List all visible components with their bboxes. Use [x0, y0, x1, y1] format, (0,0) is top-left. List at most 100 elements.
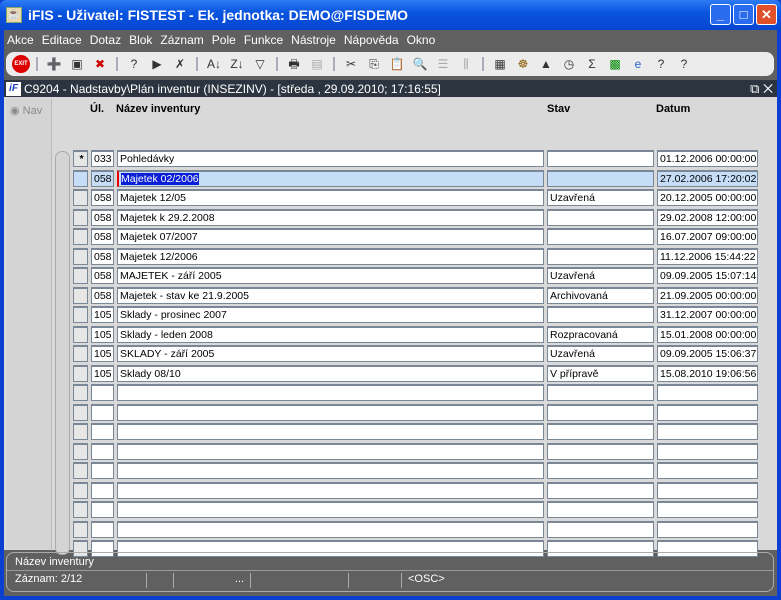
- table-row[interactable]: 105 Sklady 08/10 V přípravě 15.08.2010 19:0…: [73, 364, 761, 383]
- name-field[interactable]: [117, 481, 544, 499]
- ul-field[interactable]: [91, 384, 114, 401]
- stav-field[interactable]: [547, 208, 654, 226]
- stav-field[interactable]: Archivovaná: [547, 286, 654, 304]
- indicator[interactable]: [73, 423, 88, 440]
- ul-field[interactable]: 058: [91, 228, 114, 245]
- stav-field[interactable]: [547, 169, 654, 187]
- name-field[interactable]: [117, 501, 544, 518]
- indicator[interactable]: [73, 481, 88, 499]
- datum-field[interactable]: 15.01.2008 00:00:00: [657, 325, 758, 343]
- datum-field[interactable]: [657, 481, 758, 499]
- ul-field[interactable]: [91, 462, 114, 479]
- indicator[interactable]: [73, 228, 88, 245]
- copy-icon[interactable]: ⎘: [364, 55, 384, 73]
- columns-icon[interactable]: ⫼: [456, 55, 476, 73]
- name-field[interactable]: [117, 442, 544, 460]
- menu-7[interactable]: Nástroje: [291, 33, 336, 47]
- name-field[interactable]: [117, 403, 544, 421]
- name-field[interactable]: Sklady 08/10: [117, 364, 544, 382]
- sort-asc-icon[interactable]: A↓: [204, 55, 224, 73]
- menu-3[interactable]: Blok: [129, 33, 152, 47]
- menu-8[interactable]: Nápověda: [344, 33, 399, 47]
- datum-field[interactable]: 29.02.2008 12:00:00: [657, 208, 758, 226]
- ul-field[interactable]: 105: [91, 306, 114, 323]
- datum-field[interactable]: 27.02.2006 17:20:02: [657, 169, 758, 187]
- execute-query-icon[interactable]: ▶: [147, 55, 167, 73]
- table-row[interactable]: 058 Majetek 12/05 Uzavřená 20.12.2005 00:00…: [73, 189, 761, 207]
- datum-field[interactable]: [657, 423, 758, 440]
- indicator[interactable]: [73, 208, 88, 226]
- indicator[interactable]: [73, 442, 88, 460]
- name-field[interactable]: Sklady - leden 2008: [117, 325, 544, 343]
- table-row[interactable]: [73, 501, 761, 519]
- table-row[interactable]: [73, 462, 761, 480]
- table-row[interactable]: 105 Sklady - leden 2008 Rozpracovaná 15.01.…: [73, 325, 761, 344]
- datum-field[interactable]: 21.09.2005 00:00:00: [657, 286, 758, 304]
- ul-field[interactable]: 033: [91, 150, 114, 167]
- datum-field[interactable]: 31.12.2007 00:00:00: [657, 306, 758, 323]
- stav-field[interactable]: [547, 150, 654, 167]
- indicator[interactable]: [73, 325, 88, 343]
- ul-field[interactable]: [91, 501, 114, 518]
- context-help-icon[interactable]: ?: [674, 55, 694, 73]
- stav-field[interactable]: [547, 228, 654, 245]
- name-field[interactable]: [117, 423, 544, 440]
- filter-icon[interactable]: ▽: [250, 55, 270, 73]
- datum-field[interactable]: [657, 384, 758, 401]
- ul-field[interactable]: 058: [91, 169, 114, 187]
- vertical-scrollbar[interactable]: [55, 151, 70, 555]
- datum-field[interactable]: [657, 462, 758, 479]
- datum-field[interactable]: 09.09.2005 15:06:37: [657, 345, 758, 362]
- stav-field[interactable]: [547, 423, 654, 440]
- ul-field[interactable]: 058: [91, 267, 114, 284]
- restore-icon[interactable]: ⧉: [750, 81, 759, 96]
- datum-field[interactable]: 16.07.2007 09:00:00: [657, 228, 758, 245]
- datum-field[interactable]: 01.12.2006 00:00:00: [657, 150, 758, 167]
- name-field[interactable]: SKLADY - září 2005: [117, 345, 544, 362]
- stav-field[interactable]: Uzavřená: [547, 189, 654, 206]
- indicator[interactable]: [73, 403, 88, 421]
- datum-field[interactable]: [657, 501, 758, 518]
- menu-6[interactable]: Funkce: [244, 33, 283, 47]
- maximize-button[interactable]: □: [733, 4, 754, 25]
- menu-5[interactable]: Pole: [212, 33, 236, 47]
- name-field[interactable]: [117, 384, 544, 401]
- table-row[interactable]: [73, 520, 761, 539]
- indicator[interactable]: [73, 501, 88, 518]
- delete-record-icon[interactable]: ✖: [90, 55, 110, 73]
- indicator[interactable]: [73, 286, 88, 304]
- browser-icon[interactable]: e: [628, 55, 648, 73]
- table-row[interactable]: 058 MAJETEK - září 2005 Uzavřená 09.09.2005…: [73, 267, 761, 285]
- form-close-icon[interactable]: ✕: [763, 81, 773, 96]
- menu-9[interactable]: Okno: [407, 33, 436, 47]
- ul-field[interactable]: 058: [91, 286, 114, 304]
- datum-field[interactable]: [657, 442, 758, 460]
- stav-field[interactable]: Uzavřená: [547, 345, 654, 362]
- datum-field[interactable]: [657, 403, 758, 421]
- nav-radio[interactable]: ◉ Nav: [10, 104, 51, 117]
- table-row[interactable]: 058 Majetek 12/2006 11.12.2006 15:44:22: [73, 247, 761, 266]
- name-field[interactable]: Majetek 12/05: [117, 189, 544, 206]
- ul-field[interactable]: [91, 442, 114, 460]
- datum-field[interactable]: 20.12.2005 00:00:00: [657, 189, 758, 206]
- stav-field[interactable]: [547, 384, 654, 401]
- name-field[interactable]: Majetek - stav ke 21.9.2005: [117, 286, 544, 304]
- indicator[interactable]: [73, 247, 88, 265]
- name-field[interactable]: Sklady - prosinec 2007: [117, 306, 544, 323]
- indicator[interactable]: [73, 306, 88, 323]
- stav-field[interactable]: [547, 462, 654, 479]
- name-field[interactable]: [117, 462, 544, 479]
- ul-field[interactable]: 058: [91, 247, 114, 265]
- stav-field[interactable]: [547, 247, 654, 265]
- stav-field[interactable]: V přípravě: [547, 364, 654, 382]
- print-setup-icon[interactable]: ▤: [307, 55, 327, 73]
- name-field[interactable]: Pohledávky: [117, 150, 544, 167]
- indicator[interactable]: [73, 462, 88, 479]
- indicator[interactable]: [73, 345, 88, 362]
- table-row[interactable]: 058 Majetek 07/2007 16.07.2007 09:00:00: [73, 228, 761, 246]
- indicator[interactable]: [73, 169, 88, 187]
- indicator[interactable]: [73, 267, 88, 284]
- stav-field[interactable]: Rozpracovaná: [547, 325, 654, 343]
- close-button[interactable]: ✕: [756, 4, 777, 25]
- table-row[interactable]: [73, 481, 761, 500]
